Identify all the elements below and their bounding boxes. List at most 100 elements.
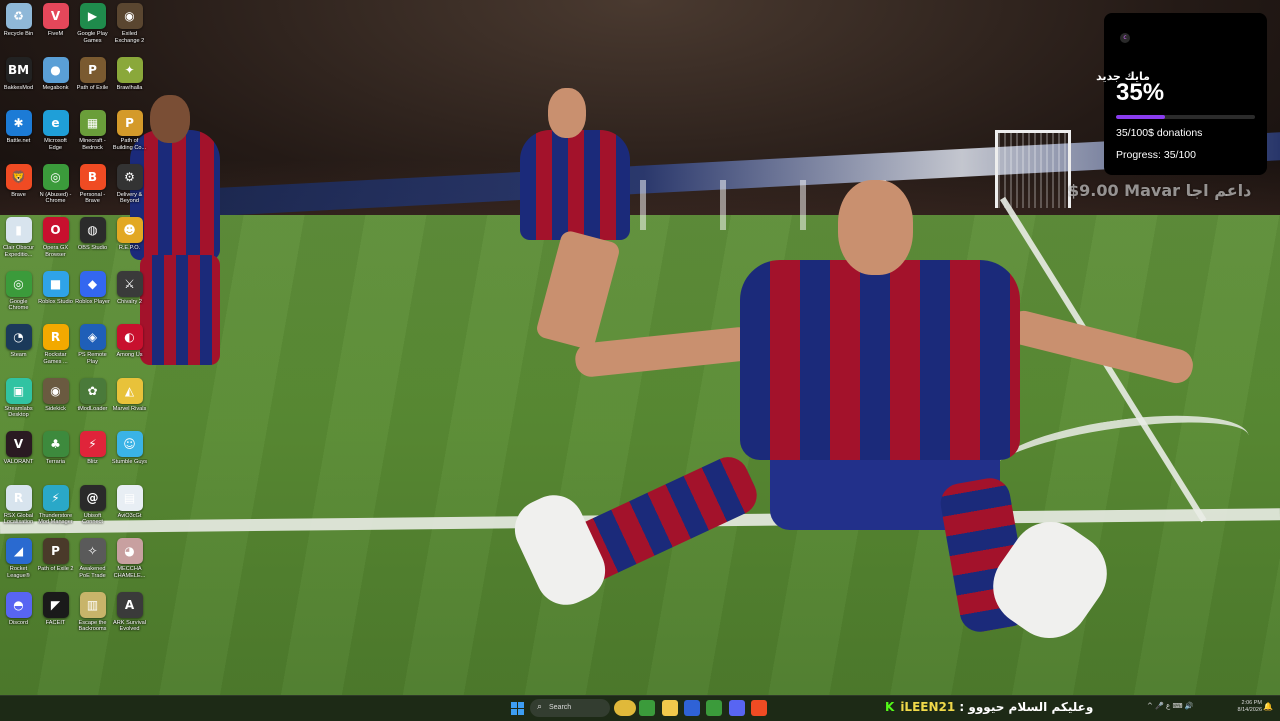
- desktop-shortcut[interactable]: 🦁 Brave: [0, 161, 37, 214]
- donation-goal-widget: c مايك جديد 35% 35/100$ donations Progre…: [1096, 13, 1267, 175]
- desktop-shortcut[interactable]: ◉ Sidekick: [37, 375, 74, 428]
- desktop-shortcut-label: Brawlhalla: [116, 84, 143, 91]
- chivalry-icon: ⚔: [116, 270, 143, 297]
- desktop-shortcut[interactable]: @ Ubisoft Connect: [74, 482, 111, 535]
- desktop-shortcut[interactable]: e Microsoft Edge: [37, 107, 74, 160]
- sidekick-taskbar-icon[interactable]: [683, 700, 700, 716]
- discord-taskbar-icon[interactable]: [728, 700, 745, 716]
- desktop-shortcut[interactable]: ✱ Battle.net: [0, 107, 37, 160]
- bakkesmod-icon: BM: [5, 56, 32, 83]
- valorant-icon: V: [5, 431, 32, 457]
- desktop-shortcut-label: Delivery & Beyond: [116, 191, 143, 205]
- desktop-shortcut[interactable]: ◭ Marvel Rivals: [111, 375, 148, 428]
- desktop-shortcut[interactable]: R Rockstar Games ...: [37, 321, 74, 374]
- player-head: [150, 95, 190, 143]
- blitz-icon: ⚡: [79, 431, 106, 457]
- notification-bell-icon[interactable]: 🔔: [1263, 702, 1273, 711]
- steam-icon: ◔: [5, 324, 32, 350]
- desktop-shortcut[interactable]: A ARK Survival Evolved: [111, 589, 148, 642]
- player-legs: [140, 255, 220, 365]
- donation-logo-icon: c: [1120, 33, 1130, 43]
- roblox-studio-icon: ■: [42, 270, 69, 297]
- desktop-shortcut[interactable]: O Opera GX Browser: [37, 214, 74, 267]
- desktop-shortcut[interactable]: BM BakkesMod: [0, 54, 37, 107]
- desktop-shortcut[interactable]: ◔ Steam: [0, 321, 37, 374]
- chrome-taskbar-icon[interactable]: [639, 700, 656, 716]
- document-icon: ▤: [116, 484, 143, 511]
- google-chrome-icon: ◎: [5, 270, 32, 297]
- player-head: [838, 180, 913, 275]
- desktop-shortcut-label: Minecraft - Bedrock: [79, 138, 106, 151]
- desktop-shortcut-label: VALORANT: [3, 459, 34, 465]
- desktop-shortcut[interactable]: ◆ Roblox Player: [74, 268, 111, 321]
- desktop-shortcut[interactable]: ▤ AviO3cGt: [111, 482, 148, 535]
- desktop-shortcut[interactable]: ⚙ Delivery & Beyond: [111, 161, 148, 214]
- clock-time: 2:06 PM: [1241, 700, 1262, 706]
- desktop-shortcut[interactable]: ✿ tModLoader: [74, 375, 111, 428]
- taskbar-search-box[interactable]: ⌕ Search: [530, 699, 610, 717]
- desktop-shortcut[interactable]: ◕ MECCHA CHAMELE...: [111, 535, 148, 588]
- windows-logo-icon: [511, 709, 517, 715]
- desktop-shortcut[interactable]: ✦ Brawlhalla: [111, 54, 148, 107]
- obs-icon: ◍: [79, 217, 106, 243]
- desktop-shortcut[interactable]: P Path of Exile: [74, 54, 111, 107]
- system-tray[interactable]: ^ 🎤 ع ⌨ 🔊: [1147, 702, 1194, 710]
- tmodloader-icon: ✿: [79, 377, 106, 404]
- desktop-shortcut-label: Brave: [11, 191, 26, 198]
- taskbar-clock[interactable]: 2:06 PM 8/14/2026: [1228, 700, 1262, 714]
- desktop-shortcut[interactable]: ● Megabonk: [37, 54, 74, 107]
- desktop-shortcut[interactable]: ◓ Discord: [0, 589, 37, 642]
- donation-percent: 35%: [1116, 79, 1165, 106]
- desktop-shortcut[interactable]: ⚔ Chivalry 2: [111, 268, 148, 321]
- desktop-shortcut[interactable]: ✧ Awakened PoE Trade: [74, 535, 111, 588]
- chat-message: وعليكم السلام حيووو: [968, 700, 1094, 714]
- desktop-shortcut[interactable]: ⚡ Thunderstore Mod Manager: [37, 482, 74, 535]
- desktop-shortcut[interactable]: V VALORANT: [0, 428, 37, 481]
- desktop-shortcut-label: Recycle Bin: [3, 31, 34, 37]
- windows-start-button[interactable]: [511, 702, 524, 715]
- desktop-shortcut[interactable]: ▣ Streamlabs Desktop: [0, 375, 37, 428]
- desktop-shortcut-label: Roblox Player: [75, 298, 110, 305]
- file-explorer-yellow-icon[interactable]: [614, 700, 636, 716]
- discord-icon: ◓: [5, 591, 32, 618]
- desktop-shortcut[interactable]: ▶ Google Play Games: [74, 0, 111, 53]
- desktop-shortcut[interactable]: ◐ Among Us: [111, 321, 148, 374]
- desktop-shortcut[interactable]: ⚡ Blitz: [74, 428, 111, 481]
- desktop-shortcut[interactable]: ♻ Recycle Bin: [0, 0, 37, 53]
- desktop-shortcut-label: Ubisoft Connect: [82, 512, 103, 526]
- desktop-shortcut[interactable]: ☺ Stumble Guys: [111, 428, 148, 481]
- desktop-shortcut[interactable]: ◍ OBS Studio: [74, 214, 111, 267]
- desktop-shortcut-label: Path of Building Co...: [112, 138, 147, 151]
- donation-progress-fill: [1116, 115, 1165, 119]
- desktop-shortcut[interactable]: ◤ FACEIT: [37, 589, 74, 642]
- desktop-shortcut-label: Path of Exile: [76, 84, 109, 91]
- brave-icon: 🦁: [5, 163, 32, 190]
- desktop-shortcut[interactable]: P Path of Building Co...: [111, 107, 148, 160]
- desktop-shortcut[interactable]: ♣ Terraria: [37, 428, 74, 481]
- desktop-shortcut[interactable]: V FiveM: [37, 0, 74, 53]
- desktop-shortcut-label: FACEIT: [45, 619, 66, 626]
- desktop-shortcut[interactable]: ▥ Escape the Backrooms: [74, 589, 111, 642]
- donation-ticker: $9.00 Mavar داعم اجا: [1068, 181, 1252, 200]
- desktop-shortcut[interactable]: ◉ Exiled Exchange 2: [111, 0, 148, 53]
- awakened-poe-icon: ✧: [79, 538, 106, 564]
- desktop-shortcut[interactable]: ◎ N (Abused) - Chrome: [37, 161, 74, 214]
- kick-logo-icon: K: [885, 700, 895, 714]
- desktop-shortcut-label: Google Play Games: [77, 31, 108, 44]
- desktop-shortcut[interactable]: R RSX Global Localisation: [0, 482, 37, 535]
- desktop-shortcut[interactable]: ▮ Clair Obscur Expeditio...: [0, 214, 37, 267]
- brave-taskbar-icon[interactable]: [750, 700, 767, 716]
- desktop-shortcut[interactable]: ■ Roblox Studio: [37, 268, 74, 321]
- desktop-shortcut[interactable]: P Path of Exile 2: [37, 535, 74, 588]
- desktop-shortcut[interactable]: ◎ Google Chrome: [0, 268, 37, 321]
- desktop-shortcut[interactable]: B Personal - Brave: [74, 161, 111, 214]
- desktop-shortcut[interactable]: ◢ Rocket League®: [0, 535, 37, 588]
- rocket-league-icon: ◢: [5, 538, 32, 564]
- desktop-shortcut-label: ARK Survival Evolved: [113, 619, 146, 633]
- desktop-shortcut[interactable]: ◈ PS Remote Play: [74, 321, 111, 374]
- desktop-shortcut-label: Rockstar Games ...: [43, 352, 68, 365]
- folder-icon[interactable]: [661, 700, 678, 716]
- desktop-shortcut[interactable]: ▦ Minecraft - Bedrock: [74, 107, 111, 160]
- desktop-shortcut[interactable]: ☻ R.E.P.O.: [111, 214, 148, 267]
- chrome-alt-taskbar-icon[interactable]: [706, 700, 723, 716]
